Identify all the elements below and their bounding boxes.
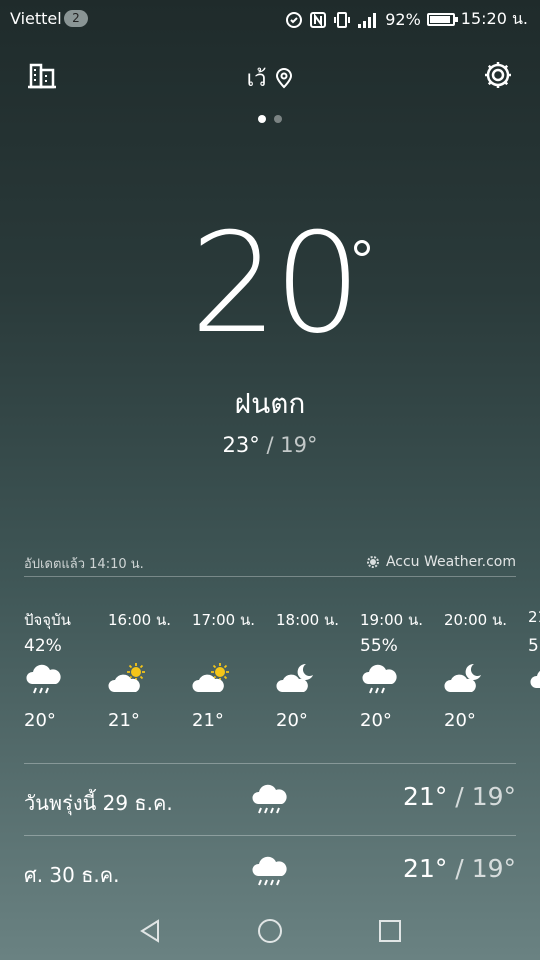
hourly-item: 20:00 น. 20°	[444, 608, 528, 731]
hour-temperature: 20°	[276, 710, 308, 731]
page-indicator	[0, 108, 540, 127]
hour-time: 20:00 น.	[444, 611, 508, 629]
moon-cloud-icon	[276, 663, 313, 692]
day-high: 21°	[403, 782, 448, 811]
clock: 15:20 น.	[460, 9, 528, 28]
rain-cloud-icon	[362, 664, 397, 694]
hour-temperature: 21°	[108, 710, 140, 731]
hilo-separator: /	[259, 433, 281, 457]
sun-cloud-icon	[192, 663, 229, 692]
hourly-item: 19:00 น. 55% 20°	[360, 608, 444, 731]
hour-temperature: 20°	[444, 710, 476, 731]
sun-cloud-icon	[108, 663, 145, 692]
day-range: 21° / 19°	[403, 782, 516, 811]
day-range: 21° / 19°	[403, 854, 516, 883]
today-low: 19°	[280, 433, 318, 457]
rain-cloud-icon	[26, 664, 61, 694]
provider-link[interactable]: Accu Weather.com	[364, 553, 516, 571]
daily-row[interactable]: วันพรุ่งนี้ 29 ธ.ค. 21° / 19°	[0, 772, 540, 828]
range-separator: /	[447, 854, 472, 883]
hourly-item: ปัจจุบัน 42% 20°	[24, 608, 108, 731]
hourly-item: 17:00 น. 21°	[192, 608, 276, 731]
accuweather-sun-icon	[366, 556, 379, 568]
precipitation-chance	[192, 636, 276, 660]
precipitation-chance	[108, 636, 192, 660]
day-high: 21°	[403, 854, 448, 883]
provider-name: Accu Weather.com	[385, 554, 516, 570]
hour-time: 18:00 น.	[276, 611, 340, 629]
hour-time: ปัจจุบัน	[24, 611, 71, 629]
sim-badge: 2	[64, 10, 88, 27]
divider	[24, 763, 516, 764]
degree-symbol	[354, 240, 370, 256]
vibrate-icon	[334, 11, 351, 28]
hourly-item: 21: 5	[528, 608, 540, 710]
high-low: 23° / 19°	[0, 433, 540, 457]
home-icon[interactable]	[255, 916, 285, 946]
status-bar: Viettel 2 92% 15:20 น.	[0, 0, 540, 36]
rain-cloud-icon	[252, 784, 287, 814]
battery-icon	[426, 13, 458, 26]
navigation-bar	[0, 904, 540, 960]
nfc-icon	[310, 11, 327, 28]
data-saver-icon	[286, 11, 303, 28]
hour-time: 16:00 น.	[108, 611, 172, 629]
current-temperature: 20	[190, 203, 362, 364]
location-pin-icon	[276, 68, 293, 89]
day-low: 19°	[471, 782, 516, 811]
carrier-name: Viettel	[10, 9, 62, 28]
top-bar: เว้	[0, 55, 540, 95]
signal-icon	[358, 12, 377, 28]
hourly-forecast[interactable]: ปัจจุบัน 42% 20° 16:00 น. 21° 17:00 น. 21° 18:0…	[0, 608, 540, 748]
precipitation-chance	[444, 636, 528, 660]
cloud-icon	[530, 670, 540, 688]
divider	[24, 576, 516, 577]
hour-temperature: 20°	[24, 710, 56, 731]
daily-row[interactable]: ศ. 30 ธ.ค. 21° / 19°	[0, 844, 540, 900]
precipitation-chance: 5	[528, 636, 539, 656]
precipitation-chance	[276, 636, 360, 660]
day-name: ศ. 30 ธ.ค.	[24, 863, 120, 887]
hourly-item: 16:00 น. 21°	[108, 608, 192, 731]
rain-cloud-icon	[252, 856, 287, 886]
hour-temperature: 21°	[192, 710, 224, 731]
day-name: วันพรุ่งนี้ 29 ธ.ค.	[24, 791, 173, 815]
hour-time: 17:00 น.	[192, 611, 256, 629]
settings-gear-icon[interactable]	[480, 57, 516, 93]
today-high: 23°	[222, 433, 260, 457]
precipitation-chance: 55%	[360, 636, 398, 656]
hour-time: 21:	[528, 608, 540, 626]
day-low: 19°	[471, 854, 516, 883]
hour-temperature: 20°	[360, 710, 392, 731]
recents-icon[interactable]	[375, 916, 405, 946]
hour-time: 19:00 น.	[360, 611, 424, 629]
current-condition: ฝนตก	[234, 387, 306, 420]
precipitation-chance: 42%	[24, 636, 62, 656]
location-selector[interactable]: เว้	[0, 61, 540, 96]
divider	[24, 835, 516, 836]
page-dot-2[interactable]	[274, 115, 282, 123]
page-dot-1[interactable]	[258, 115, 266, 123]
battery-percent: 92%	[385, 10, 421, 29]
hourly-item: 18:00 น. 20°	[276, 608, 360, 731]
back-icon[interactable]	[136, 916, 166, 946]
updated-time: อัปเดตแล้ว 14:10 น.	[24, 557, 144, 572]
moon-cloud-icon	[444, 663, 481, 692]
range-separator: /	[447, 782, 472, 811]
location-name: เว้	[246, 67, 267, 92]
